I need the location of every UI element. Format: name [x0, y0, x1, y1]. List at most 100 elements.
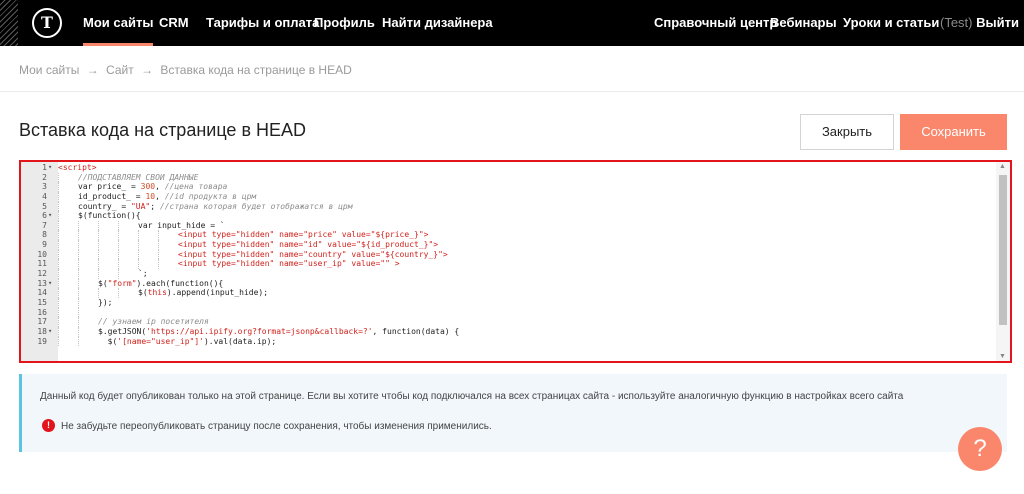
line-number: 5 — [42, 201, 47, 211]
indent-guide — [78, 259, 98, 270]
nav-tariffs[interactable]: Тарифы и оплата — [206, 0, 319, 46]
warning-icon: ! — [42, 419, 55, 432]
help-button[interactable]: ? — [958, 427, 1002, 471]
code-line[interactable]: 2 //ПОДСТАВЛЯЕМ СВОИ ДАННЫЕ — [21, 172, 996, 183]
code-token: 300 — [140, 182, 156, 192]
code-text: country_ = "UA"; //страна которая будет … — [58, 201, 353, 212]
indent-guide — [98, 288, 118, 298]
indent-guide — [118, 240, 138, 250]
code-token: `; — [138, 269, 148, 279]
line-number: 3 — [42, 182, 47, 192]
code-line[interactable]: 19 $('[name="user_ip"]').val(data.ip); — [21, 336, 996, 347]
code-token: <script> — [58, 163, 97, 172]
indent-guide — [118, 259, 138, 270]
indent-guide — [158, 230, 178, 241]
nav-webinars[interactable]: Вебинары — [770, 0, 837, 46]
page-title: Вставка кода на странице в HEAD — [19, 120, 307, 140]
code-token: <input type="hidden" name="user_ip" valu… — [178, 259, 400, 269]
code-line[interactable]: 9 <input type="hidden" name="id" value="$… — [21, 240, 996, 250]
code-line[interactable]: 16 — [21, 307, 996, 318]
indent-guide — [78, 269, 98, 279]
code-token: $( — [98, 278, 108, 288]
top-navigation-bar: T Мои сайты CRM Тарифы и оплата Профиль … — [0, 0, 1024, 46]
code-token: //id продукта в црм — [164, 191, 257, 201]
nav-crm[interactable]: CRM — [159, 0, 189, 46]
indent-guide — [78, 240, 98, 250]
code-line[interactable]: 5 country_ = "UA"; //страна которая будет… — [21, 201, 996, 212]
code-token: <input type="hidden" name="id" value="${… — [178, 240, 439, 250]
code-token: ).append(input_hide); — [166, 288, 269, 298]
code-line[interactable]: 3 var price_ = 300, //цена товара — [21, 182, 996, 192]
nav-help-center[interactable]: Справочный центр — [654, 0, 777, 46]
code-line[interactable]: 4 id_product_ = 10, //id продукта в црм — [21, 191, 996, 202]
code-token: var price_ = — [78, 182, 141, 192]
breadcrumb-separator: → — [141, 63, 154, 77]
code-text: <script> — [58, 163, 97, 173]
indent-guide — [58, 249, 78, 260]
indent-guide — [98, 230, 118, 241]
indent-guide — [118, 249, 138, 260]
code-token: , function(data) { — [372, 326, 460, 336]
code-token: 'https://api.ipify.org?format=jsonp&call… — [146, 326, 373, 336]
indent-guide — [58, 317, 78, 327]
indent-guide — [58, 220, 78, 231]
code-text: var price_ = 300, //цена товара — [58, 182, 227, 192]
close-button[interactable]: Закрыть — [800, 114, 894, 150]
code-line[interactable]: 10 <input type="hidden" name="country" va… — [21, 249, 996, 260]
code-token: //цена товара — [164, 182, 228, 192]
code-line[interactable]: 6 ▾ $(function(){ — [21, 211, 996, 221]
code-token: '[name="user_ip"]' — [117, 336, 204, 346]
indent-guide — [118, 269, 138, 279]
editor-scrollbar[interactable]: ▲ ▼ — [996, 162, 1010, 361]
logout-label: Выйти — [976, 15, 1019, 30]
code-line[interactable]: 15}); — [21, 297, 996, 308]
fold-arrow-icon[interactable]: ▾ — [48, 211, 52, 221]
scroll-up-arrow-icon[interactable]: ▲ — [999, 163, 1006, 170]
line-number: 16 — [37, 307, 47, 317]
code-line[interactable]: 17 // узнаем ip посетителя — [21, 317, 996, 327]
tilda-logo-icon[interactable]: T — [32, 8, 62, 38]
nav-find-designer[interactable]: Найти дизайнера — [382, 0, 493, 46]
indent-guide — [58, 259, 78, 270]
code-line[interactable]: 13 ▾ $("form").each(function(){ — [21, 278, 996, 289]
logout-link[interactable]: (Test) Выйти — [940, 0, 1019, 46]
scrollbar-thumb[interactable] — [999, 175, 1007, 325]
breadcrumb-my-sites[interactable]: Мои сайты — [19, 63, 79, 77]
breadcrumb-separator: → — [86, 63, 99, 77]
nav-profile[interactable]: Профиль — [314, 0, 375, 46]
breadcrumb-site[interactable]: Сайт — [106, 63, 134, 77]
code-line[interactable]: 12 `; — [21, 269, 996, 279]
nav-my-sites[interactable]: Мои сайты — [83, 0, 154, 46]
scroll-down-arrow-icon[interactable]: ▼ — [999, 353, 1006, 360]
fold-arrow-icon[interactable]: ▾ — [48, 327, 52, 337]
indent-guide — [58, 172, 78, 183]
code-line[interactable]: 7 var input_hide = ` — [21, 220, 996, 231]
code-text: $('[name="user_ip"]').val(data.ip); — [58, 336, 276, 347]
code-token: country_ = — [78, 201, 131, 211]
line-number: 9 — [42, 240, 47, 250]
code-line[interactable]: 1 ▾ <script> — [21, 163, 996, 173]
fold-arrow-icon[interactable]: ▾ — [48, 279, 52, 289]
code-text: `; — [58, 269, 148, 279]
code-area[interactable]: 1 ▾ <script> 2//ПОДСТАВЛЯЕМ СВОИ ДАННЫЕ 3 var… — [21, 163, 996, 347]
divider — [0, 91, 1024, 92]
fold-arrow-icon[interactable]: ▾ — [48, 163, 52, 173]
nav-lessons[interactable]: Уроки и статьи — [843, 0, 939, 46]
code-token: $.getJSON( — [98, 326, 147, 336]
code-line[interactable]: 14 $(this).append(input_hide); — [21, 288, 996, 298]
code-line[interactable]: 8 <input type="hidden" name="price" value… — [21, 230, 996, 241]
code-text: $("form").each(function(){ — [58, 278, 223, 289]
indent-guide — [58, 336, 78, 347]
indent-guide — [78, 278, 98, 289]
save-button[interactable]: Сохранить — [900, 114, 1007, 150]
code-editor[interactable]: 1 ▾ <script> 2//ПОДСТАВЛЯЕМ СВОИ ДАННЫЕ 3 var… — [19, 160, 1012, 363]
code-token: id_product_ = — [78, 191, 146, 201]
code-line[interactable]: 18 ▾ $.getJSON('https://api.ipify.org?form… — [21, 326, 996, 337]
indent-guide — [58, 278, 78, 289]
indent-guide — [58, 288, 78, 298]
code-token: var input_hide = ` — [138, 220, 225, 230]
code-line[interactable]: 11 <input type="hidden" name="user_ip" va… — [21, 259, 996, 270]
indent-guide — [138, 240, 158, 250]
line-number: 11 — [37, 259, 47, 269]
line-number: 10 — [37, 249, 47, 259]
